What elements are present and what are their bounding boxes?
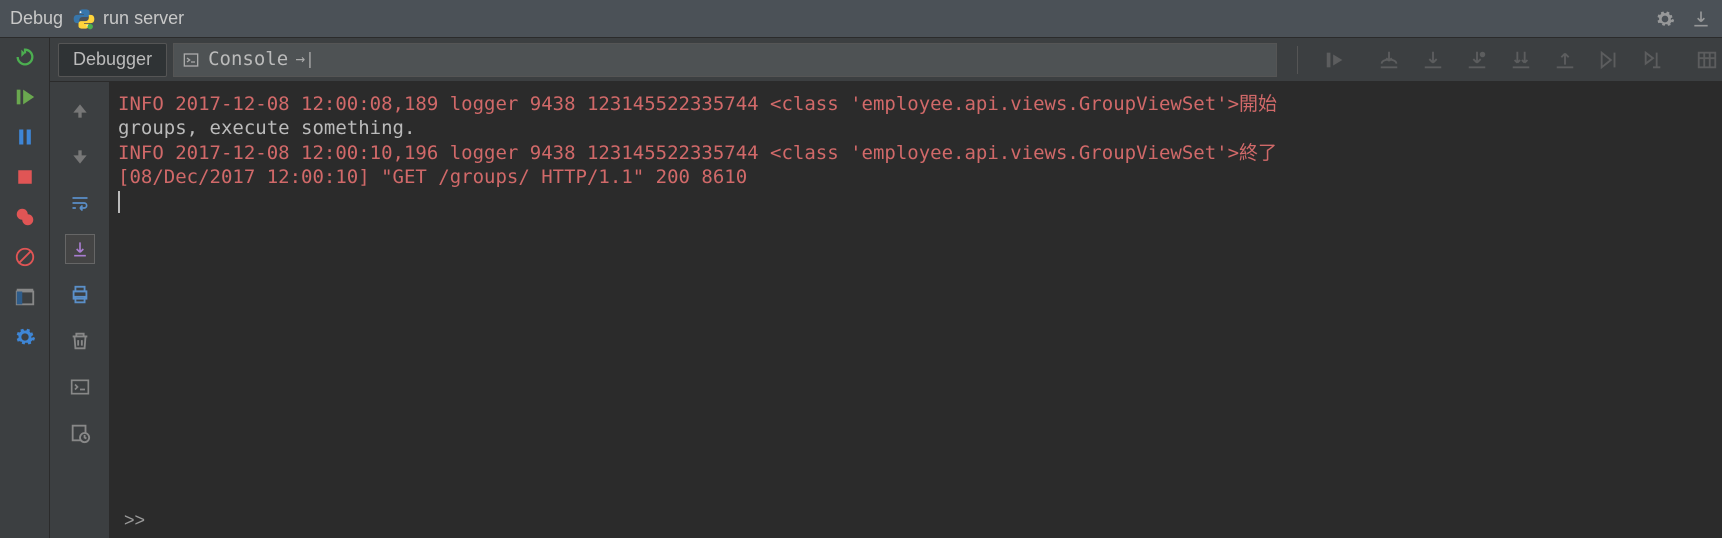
step-into-icon[interactable] bbox=[1418, 45, 1448, 75]
console-line: INFO 2017-12-08 12:00:10,196 logger 9438… bbox=[118, 142, 1277, 164]
text-cursor bbox=[118, 191, 120, 213]
evaluate-expression-icon[interactable] bbox=[1692, 45, 1722, 75]
toolbar-divider bbox=[1297, 46, 1298, 74]
trash-icon[interactable] bbox=[65, 326, 95, 356]
evaluate-to-cursor-icon[interactable] bbox=[1638, 45, 1668, 75]
console-line: groups, execute something. bbox=[118, 117, 415, 139]
console-gutter-actions bbox=[50, 82, 110, 538]
step-into-my-code-icon[interactable] bbox=[1462, 45, 1492, 75]
console-line: INFO 2017-12-08 12:00:08,189 logger 9438… bbox=[118, 93, 1277, 115]
step-out-icon[interactable] bbox=[1550, 45, 1580, 75]
up-arrow-icon[interactable] bbox=[65, 96, 95, 126]
history-icon[interactable] bbox=[65, 418, 95, 448]
run-to-cursor-icon[interactable] bbox=[1594, 45, 1624, 75]
scroll-to-end-icon[interactable] bbox=[65, 234, 95, 264]
mute-breakpoints-icon[interactable] bbox=[12, 244, 38, 270]
more-indicator[interactable]: >> bbox=[124, 509, 145, 532]
step-over-icon[interactable] bbox=[1374, 45, 1404, 75]
panel-title: Debug bbox=[10, 8, 63, 29]
tab-console-label: Console bbox=[208, 47, 288, 71]
rerun-icon[interactable] bbox=[12, 44, 38, 70]
console-line: [08/Dec/2017 12:00:10] "GET /groups/ HTT… bbox=[118, 166, 747, 188]
stop-icon[interactable] bbox=[12, 164, 38, 190]
tab-console[interactable]: Console →| bbox=[173, 43, 1277, 77]
force-step-into-icon[interactable] bbox=[1506, 45, 1536, 75]
gear-icon[interactable] bbox=[1654, 8, 1676, 30]
download-icon[interactable] bbox=[1690, 8, 1712, 30]
debug-panel-header: Debug run server bbox=[0, 0, 1722, 38]
settings-gear-icon[interactable] bbox=[12, 324, 38, 350]
python-icon bbox=[73, 8, 95, 30]
soft-wrap-icon[interactable] bbox=[65, 188, 95, 218]
show-execution-point-icon[interactable] bbox=[1320, 45, 1350, 75]
terminal-icon[interactable] bbox=[65, 372, 95, 402]
down-arrow-icon[interactable] bbox=[65, 142, 95, 172]
left-debug-actions bbox=[0, 38, 50, 538]
run-configuration-name[interactable]: run server bbox=[103, 8, 184, 29]
pause-icon[interactable] bbox=[12, 124, 38, 150]
tab-debugger-label: Debugger bbox=[73, 49, 152, 70]
arrow-right-icon: →| bbox=[296, 51, 314, 69]
layout-icon[interactable] bbox=[12, 284, 38, 310]
resume-icon[interactable] bbox=[12, 84, 38, 110]
console-tab-icon bbox=[182, 51, 200, 69]
console-output[interactable]: INFO 2017-12-08 12:00:08,189 logger 9438… bbox=[110, 82, 1722, 538]
tab-debugger[interactable]: Debugger bbox=[58, 43, 167, 77]
debug-tabbar: Debugger Console →| bbox=[50, 38, 1722, 82]
breakpoints-icon[interactable] bbox=[12, 204, 38, 230]
print-icon[interactable] bbox=[65, 280, 95, 310]
